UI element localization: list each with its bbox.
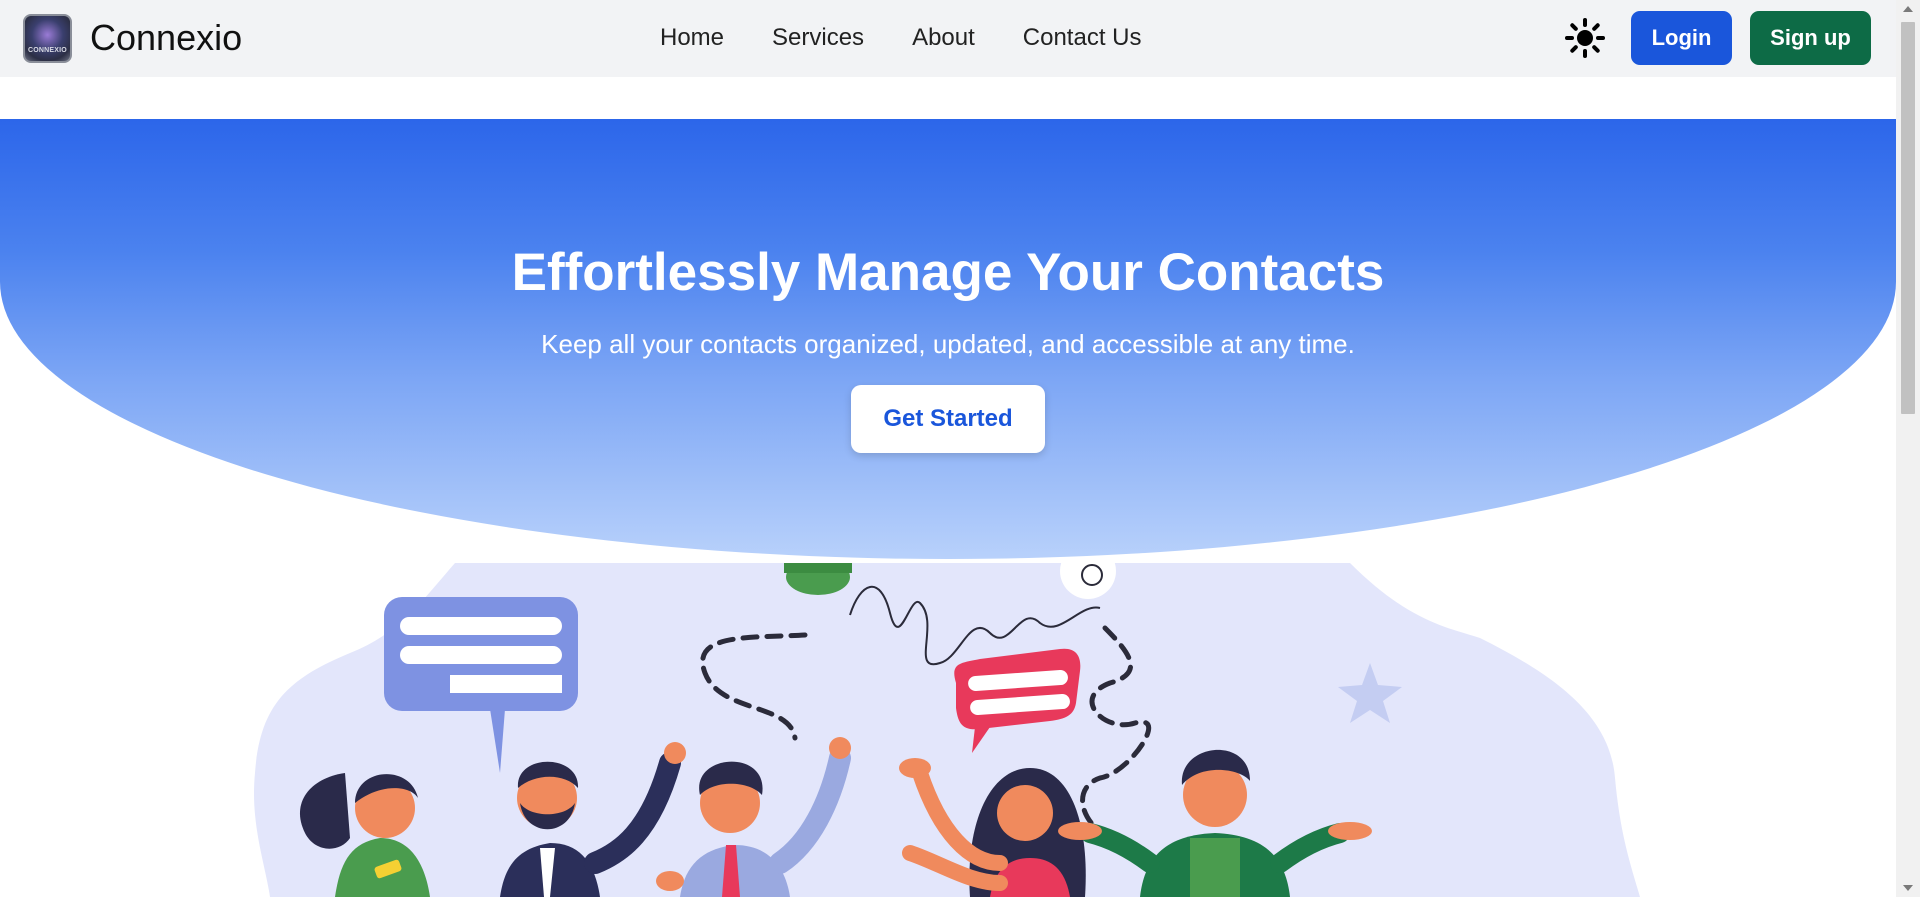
bubble-line <box>400 646 562 664</box>
sun-icon[interactable] <box>1565 18 1605 58</box>
bubble-line <box>400 617 562 635</box>
navbar: CONNEXIO Connexio Home Services About Co… <box>0 0 1896 77</box>
login-button[interactable]: Login <box>1631 11 1732 65</box>
logo-text: CONNEXIO <box>28 47 67 54</box>
illustration-lamp-cap <box>784 563 852 573</box>
scroll-thumb[interactable] <box>1901 22 1915 414</box>
get-started-button[interactable]: Get Started <box>851 385 1045 453</box>
logo-image[interactable]: CONNEXIO <box>23 14 72 63</box>
brand-name[interactable]: Connexio <box>90 17 242 59</box>
nav-link-contact[interactable]: Contact Us <box>1023 24 1142 52</box>
hero-subtitle: Keep all your contacts organized, update… <box>541 329 1355 359</box>
nav-links: Home Services About Contact Us <box>660 24 1190 52</box>
nav-link-home[interactable]: Home <box>660 24 724 52</box>
bubble-line <box>450 675 562 693</box>
nav-link-services[interactable]: Services <box>772 24 864 52</box>
hero-title: Effortlessly Manage Your Contacts <box>511 243 1385 302</box>
page-scrollbar[interactable] <box>1896 0 1920 897</box>
hero-section: Effortlessly Manage Your Contacts Keep a… <box>0 119 1896 559</box>
signup-button[interactable]: Sign up <box>1750 11 1871 65</box>
scroll-up-arrow-icon[interactable] <box>1903 6 1913 12</box>
nav-link-about[interactable]: About <box>912 24 975 52</box>
scroll-down-arrow-icon[interactable] <box>1903 885 1913 891</box>
people-chatting-illustration <box>250 543 1650 897</box>
